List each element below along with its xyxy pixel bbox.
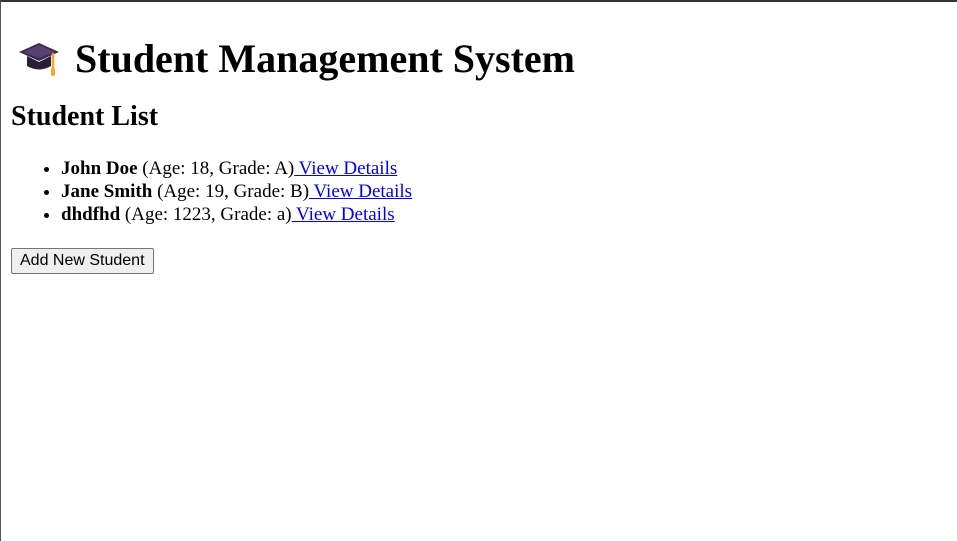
student-name: dhdfhd [61, 204, 121, 225]
list-item: John Doe (Age: 18, Grade: A) View Detail… [61, 157, 947, 180]
student-info: (Age: 18, Grade: A) [142, 158, 295, 179]
page-title: Student Management System [75, 36, 575, 81]
student-name: John Doe [61, 158, 138, 179]
student-list: John Doe (Age: 18, Grade: A) View Detail… [11, 157, 947, 226]
student-info: (Age: 19, Grade: B) [157, 181, 310, 202]
view-details-link[interactable]: View Details [309, 181, 412, 202]
list-item: Jane Smith (Age: 19, Grade: B) View Deta… [61, 180, 947, 203]
student-name: Jane Smith [61, 181, 153, 202]
view-details-link[interactable]: View Details [292, 204, 395, 225]
page: Student Management System Student List J… [1, 36, 957, 274]
add-student-button[interactable]: Add New Student [11, 248, 154, 274]
section-title: Student List [11, 101, 159, 132]
graduation-cap-icon [17, 39, 61, 79]
app-header: Student Management System [17, 36, 947, 82]
list-item: dhdfhd (Age: 1223, Grade: a) View Detail… [61, 203, 947, 226]
student-info: (Age: 1223, Grade: a) [124, 204, 292, 225]
view-details-link[interactable]: View Details [294, 158, 398, 179]
